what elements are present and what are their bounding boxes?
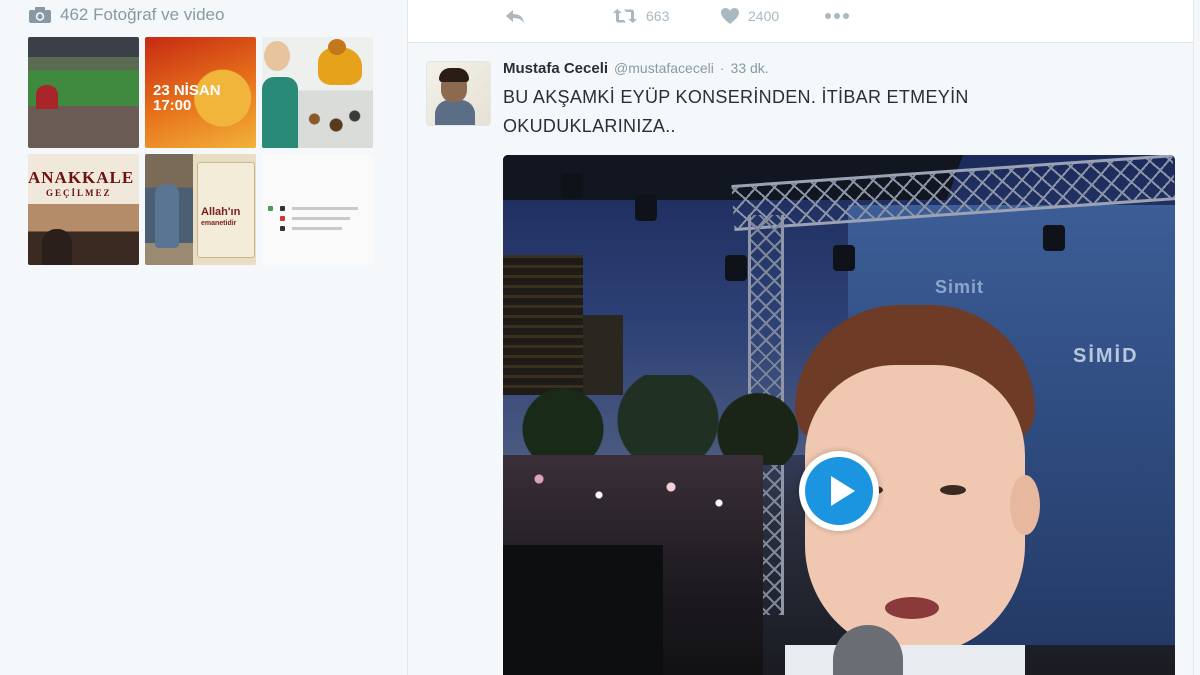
tweet-timestamp[interactable]: 33 dk.	[731, 60, 769, 76]
more-action[interactable]	[824, 4, 850, 28]
person-collar	[785, 645, 1025, 675]
doc-mark	[280, 216, 285, 221]
tweet-stream: 663 2400 Mustafa Ceceli @mustafaceceli ·	[407, 0, 1194, 675]
media-thumbnail[interactable]: ANAKKALE GEÇİLMEZ	[28, 154, 139, 265]
doc-mark	[268, 206, 273, 211]
media-thumbnail[interactable]	[28, 37, 139, 148]
play-button[interactable]	[799, 451, 879, 531]
child-head	[264, 41, 290, 71]
person-eye	[940, 485, 966, 495]
play-icon	[805, 457, 873, 525]
retweet-action[interactable]: 663	[612, 4, 669, 28]
video-screen-text: Simit	[935, 277, 985, 297]
tweet-text: BU AKŞAMKİ EYÜP KONSERİNDEN. İTİBAR ETME…	[503, 87, 969, 136]
toy-bits	[302, 107, 364, 137]
toy-head	[328, 39, 346, 55]
video-stage-light	[833, 245, 855, 271]
person-ear	[1010, 475, 1040, 535]
like-count: 2400	[748, 8, 780, 24]
video-crowd-lights	[503, 455, 743, 535]
tweet[interactable]: Mustafa Ceceli @mustafaceceli · 33 dk. B…	[408, 43, 1193, 675]
previous-tweet-actions: 663 2400	[408, 0, 1193, 43]
camera-icon	[29, 7, 51, 23]
book-subtitle: GEÇİLMEZ	[46, 188, 112, 198]
heart-icon	[721, 8, 739, 24]
retweet-icon	[613, 9, 637, 23]
avatar[interactable]	[426, 61, 491, 126]
video-screen-text: SİMİD	[1073, 345, 1139, 367]
avatar-hair	[439, 68, 469, 82]
avatar-body	[435, 100, 475, 125]
doc-line	[292, 207, 358, 210]
poster-person	[155, 184, 179, 248]
more-icon	[825, 13, 849, 19]
media-thumbnail[interactable]: 23 NİSAN 17:00	[145, 37, 256, 148]
media-sidebar: 462 Fotoğraf ve video 23 NİSAN 17:00 ANA…	[0, 0, 395, 675]
poster-line4: Allah'ın	[201, 206, 241, 218]
video-stage-light	[1043, 225, 1065, 251]
doc-mark	[280, 206, 285, 211]
doc-mark	[280, 226, 285, 231]
tweet-separator: ·	[719, 60, 725, 76]
media-thumbnail[interactable]: Allah'ın emanetidir	[145, 154, 256, 265]
book-figure	[42, 229, 72, 265]
tweet-header: Mustafa Ceceli @mustafaceceli · 33 dk.	[503, 60, 769, 77]
book-title: ANAKKALE	[28, 168, 135, 187]
video-trees	[503, 375, 803, 465]
video-building	[503, 255, 583, 395]
tweet-username[interactable]: @mustafaceceli	[614, 60, 714, 76]
like-action[interactable]: 2400	[720, 4, 779, 28]
poster-date: 23 NİSAN 17:00	[153, 82, 221, 114]
poster-line5: emanetidir	[201, 220, 237, 227]
thumbnail-person	[36, 85, 58, 109]
doc-line	[292, 217, 350, 220]
reply-icon	[506, 10, 524, 23]
video-speaker	[503, 545, 663, 675]
tweet-fullname[interactable]: Mustafa Ceceli	[503, 60, 608, 77]
media-thumbnail[interactable]	[262, 37, 373, 148]
retweet-count: 663	[646, 8, 670, 24]
video-stage-light	[635, 195, 657, 221]
child-shirt	[262, 77, 298, 148]
video-stage-light	[725, 255, 747, 281]
media-grid: 23 NİSAN 17:00 ANAKKALE GEÇİLMEZ Allah'ı…	[28, 37, 373, 265]
person-mouth	[885, 597, 939, 619]
tweet-video[interactable]: Simit SİMİD	[503, 155, 1175, 675]
media-header[interactable]: 462 Fotoğraf ve video	[28, 4, 224, 26]
play-triangle	[831, 476, 855, 506]
media-header-text: 462 Fotoğraf ve video	[60, 5, 225, 24]
reply-action[interactable]	[504, 4, 526, 28]
video-stage-light	[561, 173, 583, 199]
doc-line	[292, 227, 342, 230]
media-thumbnail[interactable]	[262, 154, 373, 265]
